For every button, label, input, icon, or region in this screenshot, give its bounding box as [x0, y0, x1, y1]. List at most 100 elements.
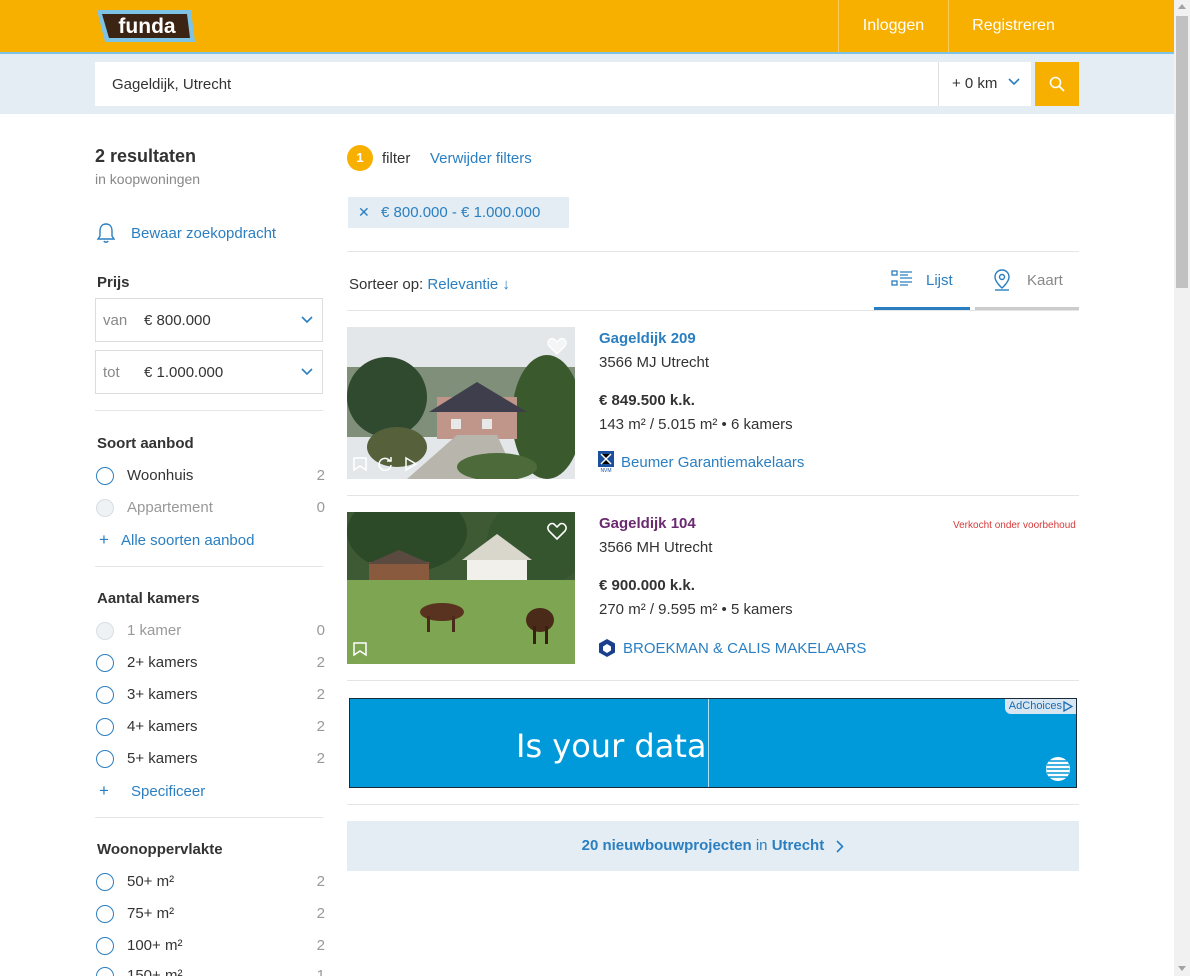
- price-to-value: € 1.000.000: [144, 364, 224, 381]
- listing-title[interactable]: Gageldijk 209: [599, 330, 696, 347]
- search-input[interactable]: [95, 62, 938, 106]
- option-label: 100+ m²: [127, 937, 183, 954]
- adchoices-link[interactable]: AdChoices: [1004, 699, 1076, 714]
- rooms-title: Aantal kamers: [97, 590, 200, 607]
- bookmark-icon[interactable]: [352, 456, 368, 472]
- radius-value: + 0 km: [952, 75, 998, 92]
- living-area-option[interactable]: 100+ m² 2: [96, 936, 325, 956]
- radio-button[interactable]: [96, 750, 114, 768]
- listing-price: € 849.500 k.k.: [599, 392, 695, 409]
- option-label: Woonhuis: [127, 467, 194, 484]
- listing-agent-link[interactable]: NVM Beumer Garantiemakelaars: [598, 451, 804, 473]
- login-link[interactable]: Inloggen: [838, 0, 948, 52]
- house-photo: [347, 512, 575, 664]
- radio-button[interactable]: [96, 654, 114, 672]
- listing-postcode: 3566 MJ Utrecht: [599, 354, 710, 371]
- chevron-down-icon: [301, 316, 313, 324]
- divider: [95, 817, 323, 818]
- active-filter-chip[interactable]: ✕ € 800.000 - € 1.000.000: [348, 197, 569, 228]
- tab-map-view[interactable]: Kaart: [975, 268, 1079, 310]
- remove-filters-link[interactable]: Verwijder filters: [430, 150, 532, 167]
- option-count: 0: [316, 622, 325, 639]
- offer-type-option[interactable]: Woonhuis 2: [96, 466, 325, 486]
- option-count: 2: [316, 718, 325, 735]
- option-label: 4+ kamers: [127, 718, 198, 735]
- living-area-title: Woonoppervlakte: [97, 841, 223, 858]
- advertisement-banner[interactable]: Is your data AdChoices: [349, 698, 1077, 788]
- scrollbar-thumb[interactable]: [1176, 16, 1188, 288]
- radio-button[interactable]: [96, 686, 114, 704]
- radio-button[interactable]: [96, 718, 114, 736]
- divider: [347, 804, 1079, 805]
- offer-type-title: Soort aanbod: [97, 435, 194, 452]
- newbuild-in: in: [755, 837, 768, 854]
- save-search-link[interactable]: Bewaar zoekopdracht: [95, 222, 276, 244]
- rooms-option[interactable]: 3+ kamers 2: [96, 685, 325, 705]
- option-label: 3+ kamers: [127, 686, 198, 703]
- rooms-option[interactable]: 5+ kamers 2: [96, 749, 325, 769]
- scroll-up-arrow[interactable]: [1178, 4, 1186, 9]
- plus-icon: +: [99, 781, 109, 800]
- price-to-label: tot: [103, 364, 120, 381]
- plus-icon: +: [99, 530, 109, 549]
- divider: [347, 680, 1079, 681]
- funda-logo[interactable]: funda: [95, 8, 195, 44]
- divider: [347, 495, 1079, 496]
- living-area-option[interactable]: 150+ m² 1: [96, 966, 325, 976]
- newbuild-projects-link[interactable]: 20 nieuwbouwprojecten in Utrecht: [347, 821, 1079, 871]
- adchoices-label: AdChoices: [1008, 700, 1062, 712]
- rooms-option[interactable]: 4+ kamers 2: [96, 717, 325, 737]
- bookmark-icon[interactable]: [352, 641, 368, 657]
- listing-price: € 900.000 k.k.: [599, 577, 695, 594]
- logo-text: funda: [118, 15, 175, 38]
- heart-icon[interactable]: [547, 522, 567, 540]
- map-view-label: Kaart: [1027, 272, 1063, 289]
- close-icon[interactable]: ✕: [358, 197, 370, 228]
- filter-count-badge: 1: [347, 145, 373, 171]
- results-subtitle: in koopwoningen: [95, 171, 201, 187]
- radio-button[interactable]: [96, 467, 114, 485]
- 360-view-icon[interactable]: [377, 456, 393, 472]
- agent-logo-icon: [599, 639, 615, 657]
- option-count: 1: [316, 967, 325, 976]
- living-area-option[interactable]: 75+ m² 2: [96, 904, 325, 924]
- heart-icon[interactable]: [547, 337, 567, 355]
- option-count: 2: [316, 937, 325, 954]
- sort-select[interactable]: Relevantie ↓: [427, 276, 510, 293]
- rooms-option[interactable]: 2+ kamers 2: [96, 653, 325, 673]
- option-label: 50+ m²: [127, 873, 175, 890]
- chip-label: € 800.000 - € 1.000.000: [381, 204, 541, 221]
- listing-agent-link[interactable]: BROEKMAN & CALIS MAKELAARS: [598, 638, 866, 658]
- scroll-down-arrow[interactable]: [1178, 966, 1186, 971]
- agent-name: Beumer Garantiemakelaars: [621, 453, 805, 471]
- option-label: 150+ m²: [127, 967, 183, 976]
- chevron-right-icon: [836, 839, 845, 853]
- option-label: Appartement: [127, 499, 213, 516]
- specify-rooms-link[interactable]: + Specificeer: [99, 781, 205, 801]
- price-from-label: van: [103, 312, 128, 329]
- price-to-select[interactable]: tot € 1.000.000: [95, 350, 323, 394]
- listing-title[interactable]: Gageldijk 104: [599, 515, 696, 532]
- option-count: 2: [316, 750, 325, 767]
- divider: [347, 251, 1079, 252]
- divider: [95, 410, 323, 411]
- play-video-icon[interactable]: [404, 456, 418, 472]
- price-from-select[interactable]: van € 800.000: [95, 298, 323, 342]
- radius-select[interactable]: + 0 km: [938, 62, 1031, 106]
- register-link[interactable]: Registreren: [948, 0, 1078, 52]
- radio-button[interactable]: [96, 967, 114, 976]
- tab-list-view[interactable]: Lijst: [874, 268, 970, 310]
- search-icon: [1049, 76, 1065, 92]
- listing-photo[interactable]: [347, 327, 575, 479]
- living-area-option[interactable]: 50+ m² 2: [96, 872, 325, 892]
- radio-button[interactable]: [96, 905, 114, 923]
- listing-photo[interactable]: [347, 512, 575, 664]
- all-offer-types-link[interactable]: + Alle soorten aanbod: [99, 530, 254, 550]
- listing-specs: 143 m² / 5.015 m² • 6 kamers: [599, 416, 793, 433]
- list-icon: [891, 270, 912, 286]
- radio-button[interactable]: [96, 873, 114, 891]
- search-button[interactable]: [1035, 62, 1079, 106]
- option-count: 2: [316, 467, 325, 484]
- radio-button[interactable]: [96, 937, 114, 955]
- ad-divider: [708, 699, 709, 787]
